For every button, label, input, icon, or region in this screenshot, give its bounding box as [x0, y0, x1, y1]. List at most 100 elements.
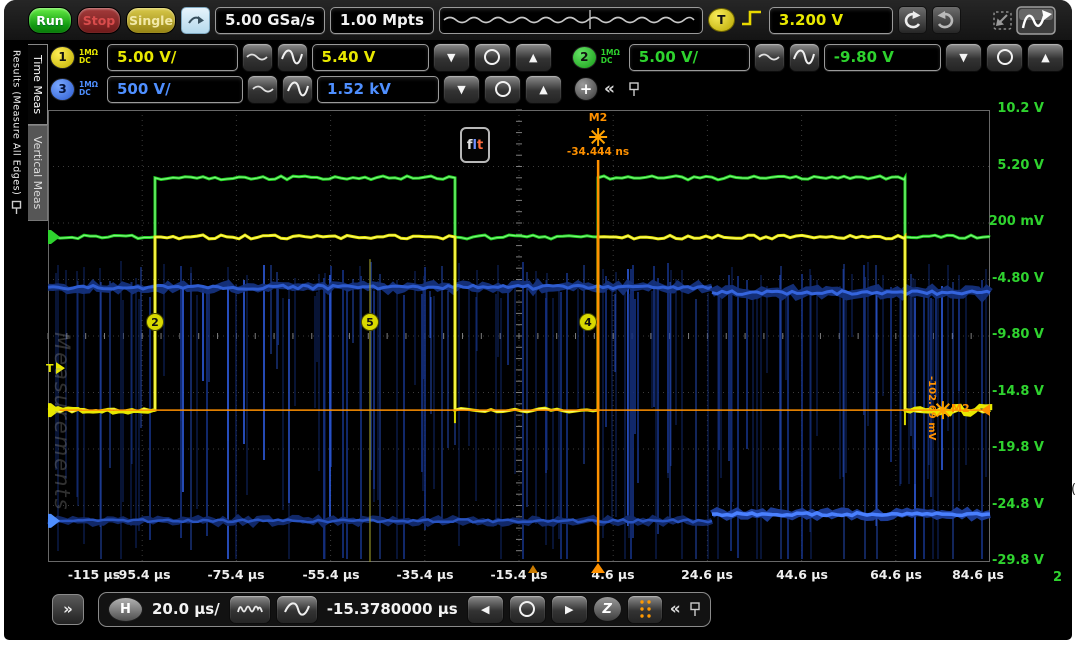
channel-3-offset-zero-button[interactable]: [484, 75, 521, 104]
down-icon: ▼: [447, 51, 455, 64]
delay-value[interactable]: -15.3780000 µs: [323, 600, 462, 618]
channel-2-scale-coarse-button[interactable]: [789, 43, 820, 72]
timebase-zoom-in-button[interactable]: [229, 595, 271, 624]
axis-label: -14.8 V: [992, 384, 1044, 399]
cursors-button[interactable]: [627, 595, 663, 624]
channel-2-offset-zero-button[interactable]: [986, 43, 1023, 72]
channel-1-scale: 5.00 V/: [117, 48, 176, 66]
add-channel-button[interactable]: +: [574, 77, 598, 101]
channel-3-badge[interactable]: 3: [50, 78, 75, 101]
zoom-mode-button[interactable]: Z: [593, 596, 622, 622]
undo-button[interactable]: [898, 6, 927, 34]
channel-3-ground-icon: [48, 514, 51, 528]
large-sine-icon: [792, 48, 816, 66]
top-toolbar: Run Stop Single 5.00 GSa/s 1.00 Mpts T 3…: [4, 0, 1072, 40]
channel-3-scale-fine-button[interactable]: [247, 75, 278, 104]
marker-m2-right-label[interactable]: M2: [951, 402, 970, 415]
channel-3-scale-box[interactable]: 500 V/: [107, 76, 243, 103]
graticule[interactable]: 254T flt M2 -34.444 ns Measurements -102…: [48, 110, 990, 562]
axis-label: -29.8 V: [992, 553, 1044, 568]
redo-button[interactable]: [932, 6, 961, 34]
channel-1-offset-box[interactable]: 5.40 V: [312, 44, 429, 71]
channel-1-scale-fine-button[interactable]: [242, 43, 273, 72]
time-axis: -115 µs -95.4 µs -75.4 µs -55.4 µs -35.4…: [48, 562, 990, 588]
channel-3-coupling: DC: [79, 89, 103, 97]
axis-label: -19.8 V: [992, 440, 1044, 455]
small-sine-icon: [757, 49, 781, 65]
cursors-icon: [634, 597, 656, 621]
channel-1-scale-box[interactable]: 5.00 V/: [107, 44, 238, 71]
channel-1-coupling: DC: [79, 57, 103, 65]
horizontal-badge[interactable]: H: [108, 597, 143, 622]
channel-2-offset-box[interactable]: -9.80 V: [824, 44, 941, 71]
right-voltage-axis: 10.2 V 5.20 V 200 mV -4.80 V -9.80 V -14…: [990, 110, 1068, 580]
channel-1-offset: 5.40 V: [322, 48, 376, 66]
pin-icon[interactable]: [688, 601, 701, 617]
channel-3-offset-down-button[interactable]: ▼: [443, 75, 480, 104]
channel-3-scale-coarse-button[interactable]: [282, 75, 313, 104]
stray-character: (: [1071, 482, 1076, 497]
acquisition-preview[interactable]: [439, 7, 703, 34]
channel-3-offset-box[interactable]: 1.52 kV: [317, 76, 439, 103]
channel-2-scale-box[interactable]: 5.00 V/: [629, 44, 750, 71]
axis-label: 5.20 V: [997, 158, 1044, 173]
channel-1-offset-up-button[interactable]: ▲: [515, 43, 552, 72]
time-label: -55.4 µs: [302, 567, 359, 582]
oscilloscope-screen: Run Stop Single 5.00 GSa/s 1.00 Mpts T 3…: [4, 0, 1072, 640]
results-panel-tab[interactable]: Results (Measure All Edges): [6, 44, 26, 588]
axis-label: -9.80 V: [992, 327, 1044, 342]
filter-badge: flt: [460, 127, 490, 163]
channel-1-offset-down-button[interactable]: ▼: [433, 43, 470, 72]
trigger-level-box[interactable]: 3.200 V: [769, 7, 893, 34]
channel-1-scale-coarse-button[interactable]: [277, 43, 308, 72]
sample-rate-value: 5.00 GSa/s: [225, 11, 315, 29]
compressed-sine-icon: [236, 601, 264, 617]
expand-panel-button[interactable]: »: [52, 594, 84, 625]
run-button[interactable]: Run: [28, 7, 72, 34]
channel-1-offset-zero-button[interactable]: [474, 43, 511, 72]
axis-channel-indicator: 2: [1053, 570, 1062, 585]
marker-m2-label[interactable]: M2: [589, 111, 608, 124]
channel-1-coupling-chip: 1MΩ DC: [79, 49, 103, 65]
up-icon: ▲: [539, 83, 547, 96]
channel-3-offset-up-button[interactable]: ▲: [525, 75, 562, 104]
timebase-zoom-out-button[interactable]: [276, 595, 318, 624]
collapse-toolbar-button[interactable]: «: [668, 599, 683, 619]
trigger-edge-icon[interactable]: [740, 8, 764, 32]
time-label: 64.6 µs: [870, 567, 922, 582]
tab-time-meas[interactable]: Time Meas: [28, 44, 48, 125]
channel-1-badge[interactable]: 1: [50, 46, 75, 69]
time-label: 84.6 µs: [952, 567, 1004, 582]
trigger-level-value: 3.200 V: [779, 11, 843, 29]
delay-left-button[interactable]: ◀: [467, 595, 504, 624]
time-reference-marker[interactable]: [528, 565, 538, 573]
delay-zero-button[interactable]: [509, 595, 546, 624]
channel-toolbar: 1 1MΩ DC 5.00 V/ 5.40 V ▼ ▲ 2 1MΩ DC 5.0…: [50, 42, 1064, 105]
trigger-source-badge[interactable]: T: [708, 8, 735, 32]
right-icon: ▶: [565, 603, 573, 616]
page: Run Stop Single 5.00 GSa/s 1.00 Mpts T 3…: [0, 0, 1080, 645]
single-button[interactable]: Single: [126, 7, 176, 34]
channel-2-offset-down-button[interactable]: ▼: [945, 43, 982, 72]
undo-icon: [901, 10, 923, 30]
collapse-toolbar-button[interactable]: «: [602, 79, 617, 99]
delay-right-button[interactable]: ▶: [551, 595, 588, 624]
channel-2-offset-up-button[interactable]: ▲: [1027, 43, 1064, 72]
time-label: -115 µs: [68, 567, 120, 582]
results-label: Results (Measure All Edges): [11, 50, 22, 195]
time-label: -75.4 µs: [207, 567, 264, 582]
channel-3-offset: 1.52 kV: [327, 80, 391, 98]
zero-icon: [519, 601, 535, 617]
marker-m2-time-pointer[interactable]: [591, 563, 605, 573]
channel-2-scale-fine-button[interactable]: [754, 43, 785, 72]
timebase-value[interactable]: 20.0 µs/: [148, 600, 224, 618]
horizontal-pan-button[interactable]: [181, 7, 210, 34]
channel-2-badge[interactable]: 2: [572, 46, 597, 69]
channel-2-coupling: DC: [601, 57, 625, 65]
waveform-display: 254T: [48, 110, 990, 562]
marker-m2-time-value: -34.444 ns: [567, 146, 629, 158]
tab-vertical-meas[interactable]: Vertical Meas: [28, 125, 48, 220]
stop-button[interactable]: Stop: [77, 7, 121, 34]
pin-icon[interactable]: [627, 81, 640, 97]
touch-mode-button[interactable]: [990, 5, 1060, 35]
